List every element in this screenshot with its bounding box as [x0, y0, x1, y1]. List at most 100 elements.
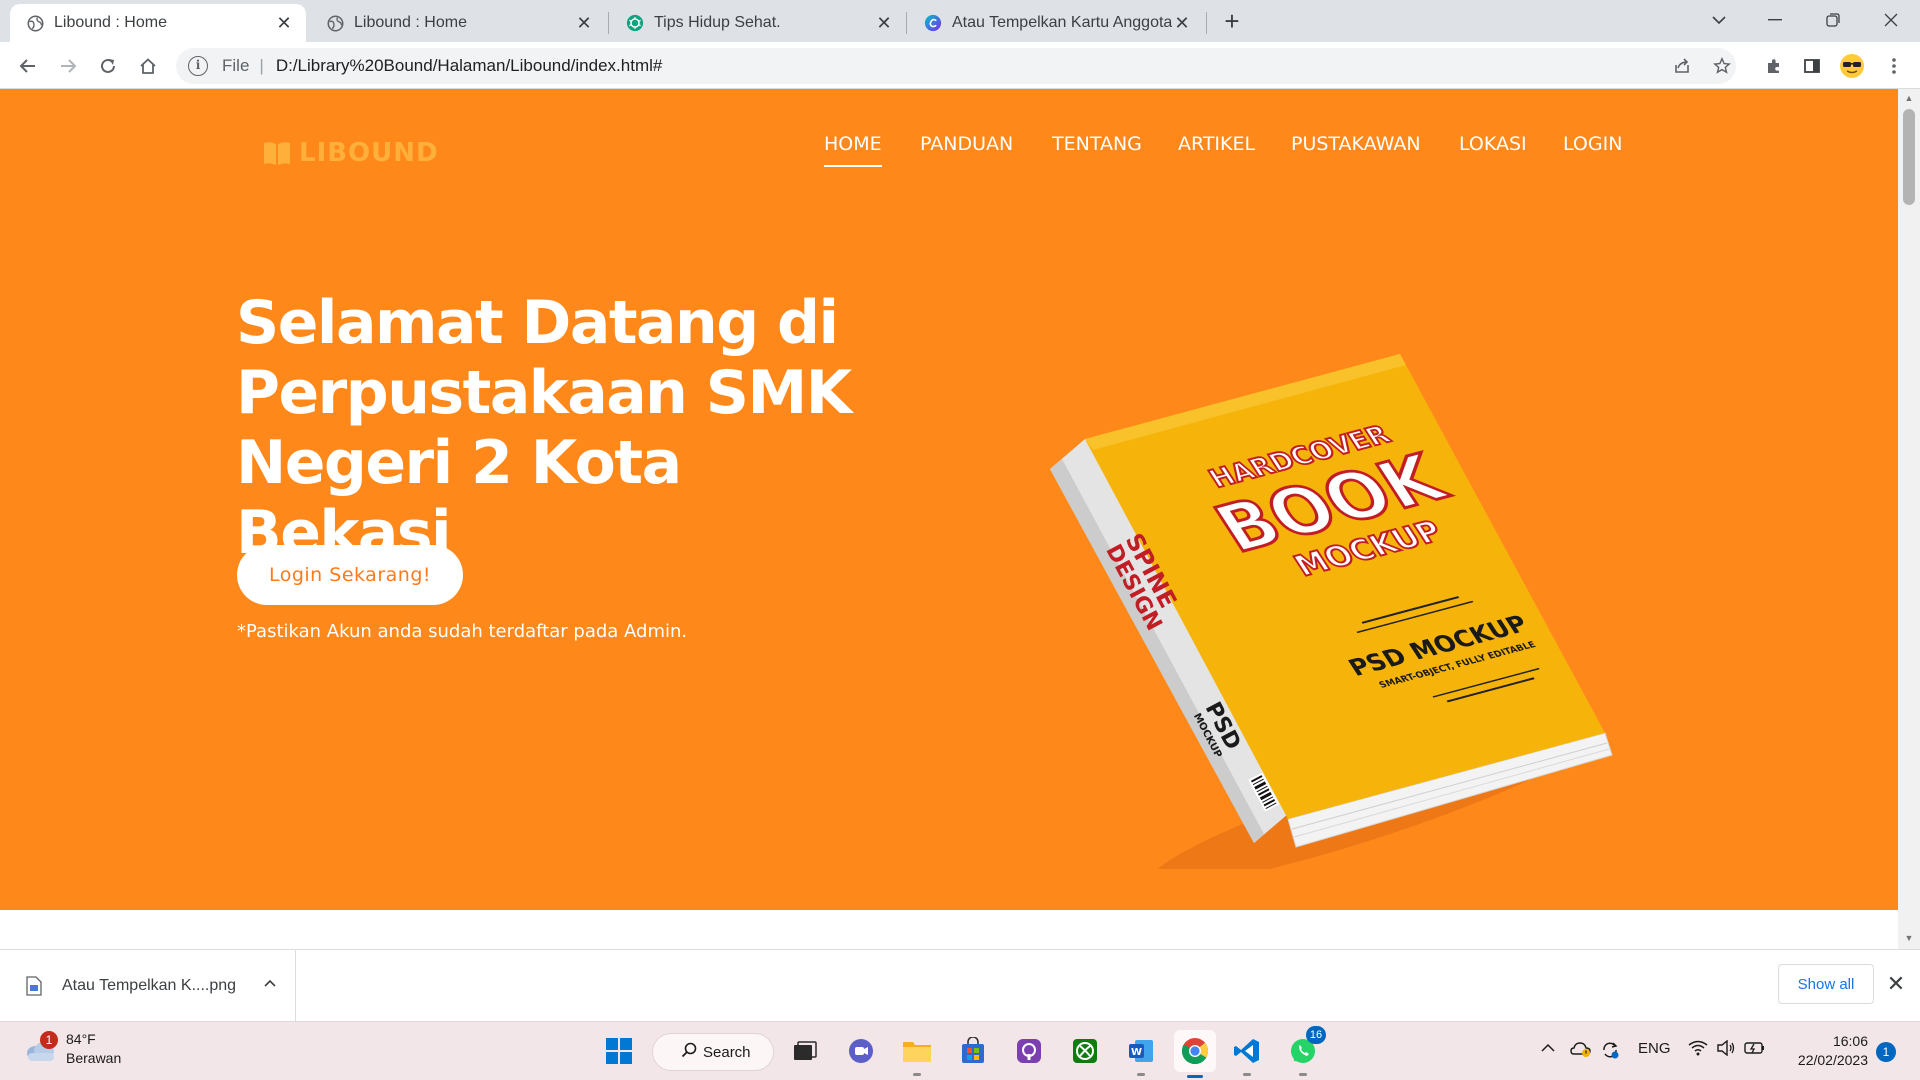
- windows-start-icon[interactable]: [600, 1032, 638, 1070]
- teams-chat-icon[interactable]: [842, 1032, 880, 1070]
- taskbar-clock[interactable]: 16:06 22/02/2023: [1790, 1032, 1868, 1070]
- scroll-down-arrow-icon[interactable]: ▼: [1903, 933, 1915, 945]
- canva-icon: [924, 14, 942, 32]
- chevron-up-icon[interactable]: [1540, 1040, 1556, 1057]
- nav-login[interactable]: LOGIN: [1563, 133, 1622, 155]
- notification-badge[interactable]: 1: [1876, 1042, 1896, 1062]
- scheme-label: File: [222, 56, 250, 75]
- nav-artikel[interactable]: ARTIKEL: [1178, 133, 1255, 155]
- book-logo-icon: [263, 140, 291, 166]
- site-info-icon[interactable]: i: [188, 56, 208, 76]
- clock-time: 16:06: [1832, 1033, 1868, 1049]
- globe-icon: [26, 14, 44, 32]
- download-file-name: Atau Tempelkan K....png: [62, 977, 237, 994]
- word-icon[interactable]: W: [1122, 1032, 1160, 1076]
- minimize-icon[interactable]: [1750, 0, 1800, 40]
- nav-pustakawan[interactable]: PUSTAKAWAN: [1291, 133, 1421, 155]
- volume-icon[interactable]: [1716, 1039, 1736, 1060]
- tab-title: Atau Tempelkan Kartu Anggota a: [952, 14, 1172, 31]
- microsoft-store-icon[interactable]: [954, 1032, 992, 1070]
- whatsapp-icon[interactable]: 16: [1284, 1026, 1326, 1076]
- scrollbar-thumb[interactable]: [1903, 109, 1915, 205]
- extensions-icon[interactable]: [1758, 50, 1790, 82]
- language-indicator[interactable]: ENG: [1638, 1040, 1671, 1057]
- tab-separator: [1206, 12, 1207, 34]
- close-window-icon[interactable]: [1866, 0, 1916, 40]
- address-bar[interactable]: i File | D:/Library%20Bound/Halaman/Libo…: [176, 48, 1736, 84]
- windows-taskbar: 1 84°F Berawan Search W 16 ENG 16:06 22/…: [0, 1021, 1920, 1080]
- file-explorer-icon[interactable]: [898, 1032, 936, 1076]
- file-image-icon: [26, 976, 42, 996]
- close-tab-icon[interactable]: ✕: [1172, 13, 1192, 33]
- taskbar-search[interactable]: Search: [652, 1033, 774, 1071]
- close-tab-icon[interactable]: ✕: [874, 13, 894, 33]
- tab-separator: [906, 12, 907, 34]
- show-all-button[interactable]: Show all: [1778, 964, 1874, 1004]
- tab-strip: Libound : Home ✕ Libound : Home ✕ Tips H…: [0, 0, 1920, 42]
- battery-icon[interactable]: [1744, 1040, 1766, 1060]
- logo-text: LIBOUND: [299, 138, 439, 168]
- tab-title: Libound : Home: [354, 14, 467, 31]
- chrome-icon[interactable]: [1174, 1030, 1216, 1078]
- browser-toolbar: i File | D:/Library%20Bound/Halaman/Libo…: [0, 42, 1920, 89]
- site-logo[interactable]: LIBOUND: [263, 138, 439, 168]
- cloud-icon: 1: [22, 1031, 58, 1065]
- chevron-up-icon[interactable]: [263, 976, 277, 990]
- tab-title: Tips Hidup Sehat.: [654, 14, 781, 31]
- page-viewport: LIBOUND HOME PANDUAN TENTANG ARTIKEL PUS…: [0, 89, 1920, 949]
- task-view-icon[interactable]: [786, 1032, 824, 1070]
- login-now-button[interactable]: Login Sekarang!: [237, 545, 463, 605]
- clock-date: 22/02/2023: [1797, 1052, 1868, 1068]
- search-label: Search: [703, 1043, 751, 1061]
- scroll-up-arrow-icon[interactable]: ▲: [1903, 93, 1915, 105]
- xbox-icon[interactable]: [1066, 1032, 1104, 1070]
- onedrive-warning-icon[interactable]: [1570, 1040, 1592, 1062]
- download-item[interactable]: Atau Tempelkan K....png: [0, 950, 296, 1022]
- hero-section: LIBOUND HOME PANDUAN TENTANG ARTIKEL PUS…: [0, 89, 1898, 910]
- nav-home[interactable]: HOME: [824, 133, 882, 167]
- forward-icon[interactable]: [52, 50, 84, 82]
- podcast-app-icon[interactable]: [1010, 1032, 1048, 1070]
- wifi-icon[interactable]: [1688, 1040, 1708, 1060]
- globe-icon: [326, 14, 344, 32]
- share-icon[interactable]: [1666, 50, 1698, 82]
- weather-alert-badge: 1: [40, 1031, 58, 1049]
- nav-panduan[interactable]: PANDUAN: [920, 133, 1013, 155]
- whatsapp-badge: 16: [1306, 1026, 1326, 1044]
- vscode-icon[interactable]: [1228, 1032, 1266, 1076]
- new-tab-icon[interactable]: +: [1218, 8, 1246, 36]
- tab-separator: [608, 12, 609, 34]
- close-tab-icon[interactable]: ✕: [274, 13, 294, 33]
- url-text[interactable]: D:/Library%20Bound/Halaman/Libound/index…: [276, 56, 663, 76]
- reload-icon[interactable]: [92, 50, 124, 82]
- svg-text:W: W: [1131, 1047, 1142, 1058]
- account-note: *Pastikan Akun anda sudah terdaftar pada…: [237, 621, 688, 642]
- close-shelf-icon[interactable]: ✕: [1884, 972, 1908, 996]
- book-mockup-image: HARDCOVER BOOK MOCKUP PSD MOCKUP SMART-O…: [1040, 309, 1620, 886]
- search-icon: [681, 1042, 697, 1062]
- back-icon[interactable]: [12, 50, 44, 82]
- sync-icon[interactable]: [1600, 1040, 1620, 1064]
- nav-lokasi[interactable]: LOKASI: [1459, 133, 1527, 155]
- tab-libound-home-2[interactable]: Libound : Home ✕: [310, 4, 606, 42]
- tab-canva-kartu-anggota[interactable]: Atau Tempelkan Kartu Anggota a ✕: [908, 4, 1204, 42]
- home-icon[interactable]: [132, 50, 164, 82]
- menu-kebab-icon[interactable]: [1878, 50, 1910, 82]
- nav-tentang[interactable]: TENTANG: [1052, 133, 1142, 155]
- bookmark-star-icon[interactable]: [1706, 50, 1738, 82]
- tab-libound-home-1[interactable]: Libound : Home ✕: [10, 4, 306, 42]
- close-tab-icon[interactable]: ✕: [574, 13, 594, 33]
- side-panel-icon[interactable]: [1796, 50, 1828, 82]
- tab-tips-hidup-sehat[interactable]: Tips Hidup Sehat. ✕: [610, 4, 906, 42]
- weather-widget[interactable]: 1 84°F Berawan: [22, 1030, 121, 1068]
- hero-heading: Selamat Datang di Perpustakaan SMK Neger…: [236, 288, 852, 568]
- profile-avatar-icon[interactable]: [1836, 50, 1868, 82]
- weather-desc: Berawan: [66, 1050, 122, 1066]
- restore-icon[interactable]: [1808, 0, 1858, 40]
- weather-temp: 84°F: [66, 1031, 96, 1047]
- download-shelf: Atau Tempelkan K....png Show all ✕: [0, 949, 1920, 1022]
- chatgpt-icon: [626, 14, 644, 32]
- tab-search-icon[interactable]: [1694, 0, 1744, 40]
- page-scrollbar[interactable]: ▲ ▼: [1898, 89, 1920, 949]
- tab-title: Libound : Home: [54, 14, 167, 31]
